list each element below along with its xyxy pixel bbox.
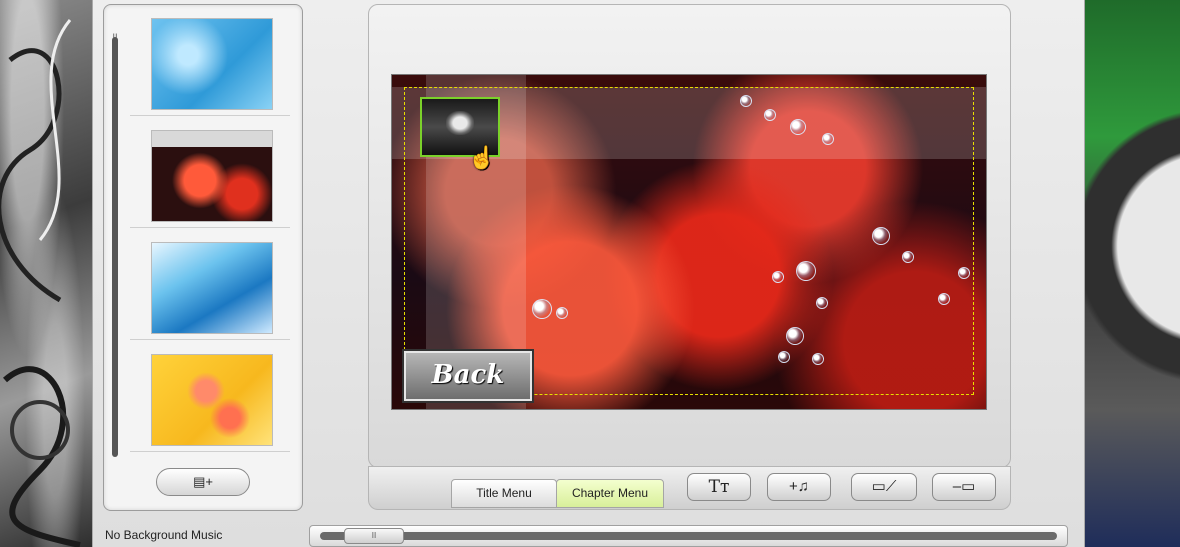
add-music-button[interactable]: +♫ (767, 473, 831, 501)
hammer-icon: ▭⟋ (871, 478, 897, 495)
edit-button[interactable]: ▭⟋ (851, 473, 917, 501)
add-text-button[interactable]: Tт (687, 473, 751, 501)
back-menu-button[interactable]: Back (404, 351, 532, 401)
tab-title-menu[interactable]: Title Menu (451, 479, 557, 508)
template-item-blue-waves[interactable] (130, 235, 290, 340)
timeline-scrubber[interactable]: II (309, 525, 1068, 547)
hand-cursor-icon: ☝ (468, 145, 496, 170)
template-item-yellow-roses[interactable] (130, 347, 290, 452)
swirl-decoration (0, 19, 81, 547)
template-list-panel: II ▤+ (103, 4, 303, 511)
add-menu-button[interactable]: ▤+ (156, 468, 250, 496)
template-thumbnail[interactable] (151, 354, 273, 446)
text-icon: Tт (708, 477, 730, 497)
menu-preview-canvas[interactable]: ☝ Back (391, 74, 987, 410)
template-thumbnail[interactable] (151, 130, 273, 222)
template-item-blue-texture[interactable] (130, 11, 290, 116)
template-thumbnail[interactable] (151, 18, 273, 110)
desktop-background-left (0, 0, 92, 547)
timeline-handle[interactable]: II (344, 528, 404, 544)
remove-button[interactable]: –▭ (932, 473, 996, 501)
menu-toolbar: Title Menu Chapter Menu Tт +♫ ▭⟋ –▭ (368, 466, 1011, 510)
tab-chapter-menu[interactable]: Chapter Menu (556, 479, 664, 508)
dvd-menu-editor-window: II ▤+ No Background Music (92, 0, 1085, 547)
music-note-icon: +♫ (788, 478, 809, 495)
remove-icon: –▭ (952, 478, 976, 495)
template-thumbnail[interactable] (151, 242, 273, 334)
desktop-background-right (1083, 0, 1180, 547)
menu-preview-panel: ☝ Back (368, 4, 1011, 468)
template-item-red-petals[interactable] (130, 123, 290, 228)
background-music-status: No Background Music (105, 528, 223, 542)
scroll-track[interactable] (112, 37, 118, 457)
timeline-track[interactable] (320, 532, 1057, 540)
template-scrollbar[interactable]: II (108, 13, 122, 503)
add-list-icon: ▤+ (193, 474, 213, 489)
template-thumbnails (130, 11, 300, 459)
